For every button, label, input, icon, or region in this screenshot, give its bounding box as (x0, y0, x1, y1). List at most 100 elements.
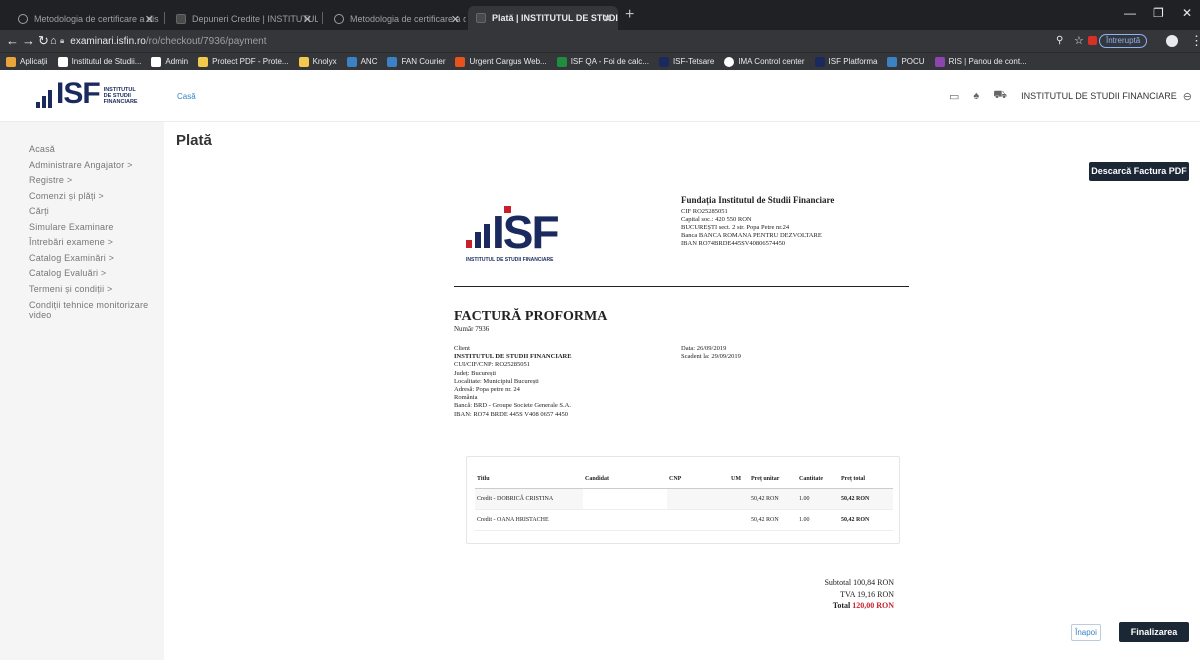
bookmark-item[interactable]: ISF-Tetsare (658, 56, 714, 67)
sync-paused-badge[interactable]: Întreruptă (1099, 34, 1148, 48)
cell-title: Credit - OANA HRISTACHE (475, 509, 583, 531)
client-details: Client INSTITUTUL DE STUDII FINANCIARE C… (454, 345, 572, 419)
logo-text: ISF (56, 77, 101, 110)
isf-favicon-icon (57, 56, 68, 67)
cell-um (729, 488, 749, 510)
cart-icon[interactable]: ⛟ (993, 89, 1007, 103)
window-close-icon[interactable]: ✕ (1182, 6, 1192, 20)
sheets-favicon-icon (556, 56, 567, 67)
new-tab-icon[interactable]: + (625, 7, 634, 23)
pdf-extension-icon[interactable] (1088, 36, 1097, 45)
logo-caption: INSTITUTUL DE STUDII FINANCIARE (466, 257, 554, 263)
sidebar-item-catalog-examinari[interactable]: Catalog Examinări > (29, 251, 164, 267)
back-button[interactable]: Înapoi (1071, 624, 1101, 641)
cell-candidate (583, 488, 667, 510)
client-line: CUI/CIF/CNP: RO25285051 (454, 361, 531, 369)
invoice-table-card: Titlu Candidat CNP UM Preț unitar Cantit… (466, 456, 900, 544)
sidebar-item-comenzi-si-plati[interactable]: Comenzi și plăți > (29, 189, 164, 205)
invoice-dates: Data: 26/09/2019 Scadent la: 29/09/2019 (681, 345, 741, 361)
star-icon[interactable]: ☆ (1074, 34, 1084, 48)
bookmark-item[interactable]: Urgent Cargus Web... (455, 56, 547, 67)
browser-tab-active[interactable]: Plată | INSTITUTUL DE STUDII FIN ✕ (468, 6, 618, 30)
sidebar-item-administrare-angajator[interactable]: Administrare Angajator > (29, 158, 164, 174)
forward-arrow-icon[interactable]: → (22, 34, 35, 48)
sidebar-item-registre[interactable]: Registre > (29, 173, 164, 189)
client-line: Bancă: BRD - Groupe Societe Generale S.A… (454, 402, 571, 410)
subtotal-value: 100,84 RON (853, 578, 894, 587)
client-label: Client (454, 345, 470, 352)
bookmark-item[interactable]: Knolyx (298, 56, 337, 67)
issuer-line: Banca BANCA ROMANA PENTRU DEZVOLTARE (681, 232, 822, 239)
cell-cnp (667, 509, 729, 531)
bookmark-item[interactable]: ISF Platforma (814, 56, 877, 67)
bookmark-item[interactable]: ANC (346, 56, 377, 67)
ima-favicon-icon (724, 56, 735, 67)
sidebar-item-simulare-examinare[interactable]: Simulare Examinare (29, 220, 164, 236)
column-header: CNP (667, 471, 729, 489)
browser-tab[interactable]: Metodologia de certificare a dis ✕ (326, 8, 466, 30)
column-header: UM (729, 471, 749, 489)
close-icon[interactable]: ✕ (603, 12, 612, 25)
sidebar-item-catalog-evaluari[interactable]: Catalog Evaluări > (29, 266, 164, 282)
bookmark-item[interactable]: RIS | Panou de cont... (934, 56, 1027, 67)
back-arrow-icon[interactable]: ← (6, 34, 19, 48)
close-icon[interactable]: ✕ (451, 13, 460, 26)
bell-icon[interactable]: ♠ (973, 90, 979, 102)
cell-unit-price: 50,42 RON (749, 509, 797, 531)
reload-icon[interactable]: ↻ (38, 34, 49, 48)
calendar-icon[interactable]: ▭ (949, 90, 959, 103)
browser-menu-icon[interactable]: ⋮ (1190, 34, 1200, 48)
minimize-icon[interactable]: — (1124, 6, 1136, 20)
table-row: Credit - DOBRICĂ CRISTINA 50,42 RON 1.00… (475, 488, 893, 510)
bookmark-item[interactable]: Admin (151, 56, 188, 67)
isf-favicon-icon (658, 56, 669, 67)
cell-quantity: 1.00 (797, 509, 839, 531)
org-name[interactable]: INSTITUTUL DE STUDII FINANCIARE (1021, 91, 1177, 101)
user-circle-icon[interactable]: ⊖ (1183, 90, 1192, 103)
url-host: examinari.isfin.ro (70, 35, 146, 47)
tab-title: Depuneri Credite | INSTITUTUL D (192, 14, 318, 24)
bookmark-item[interactable]: IMA Control center (724, 56, 805, 67)
globe-icon (18, 14, 28, 24)
home-icon[interactable]: ⌂ (50, 34, 57, 48)
logo-subtitle: INSTITUTUL DE STUDII FINANCIARE (103, 87, 138, 105)
browser-tabstrip: Metodologia de certificare a dis ✕ Depun… (0, 0, 1200, 30)
sidebar-item-carti[interactable]: Cărți (29, 204, 164, 220)
bookmark-item[interactable]: Institutul de Studii... (57, 56, 141, 67)
isf-favicon-icon (814, 56, 825, 67)
issuer-line: BUCUREȘTI sect. 2 str. Popa Petre nr.24 (681, 224, 790, 231)
sidebar-item-conditii-tehnice[interactable]: Condiții tehnice monitorizare video (29, 300, 154, 320)
sidebar-item-acasa[interactable]: Acasă (29, 142, 164, 158)
tab-title: Plată | INSTITUTUL DE STUDII FIN (492, 13, 618, 23)
invoice-title: FACTURĂ PROFORMA (454, 309, 608, 324)
bookmark-item[interactable]: FAN Courier (387, 56, 445, 67)
bookmark-item[interactable]: ISF QA - Foi de calc... (556, 56, 649, 67)
browser-tab[interactable]: Metodologia de certificare a dis ✕ (10, 8, 160, 30)
bookmark-item[interactable]: Protect PDF - Prote... (198, 56, 289, 67)
url-field[interactable]: 🔒︎ examinari.isfin.ro /ro/checkout/7936/… (60, 33, 267, 49)
sidebar-menu: Acasă Administrare Angajator > Registre … (0, 122, 164, 320)
invoice-table: Titlu Candidat CNP UM Preț unitar Cantit… (475, 471, 893, 531)
search-icon[interactable]: ⚲ (1056, 34, 1063, 48)
breadcrumb-home[interactable]: Casă (177, 92, 196, 101)
sidebar-item-intrebari-examene[interactable]: Întrebări examene > (29, 235, 164, 251)
download-invoice-pdf-button[interactable]: Descarcă Factura PDF (1089, 162, 1189, 181)
table-row: Credit - OANA HRISTACHE 50,42 RON 1.00 5… (475, 509, 893, 531)
close-icon[interactable]: ✕ (145, 13, 154, 26)
favicon-icon (476, 13, 486, 23)
main-content: Plată Descarcă Factura PDF ISF INSTITUTU… (164, 122, 1200, 660)
maximize-icon[interactable]: ❐ (1153, 6, 1164, 20)
isf-logo[interactable]: ISF INSTITUTUL DE STUDII FINANCIARE (36, 77, 138, 110)
fancourier-favicon-icon (387, 56, 398, 67)
browser-address-bar: ← → ↻ ⌂ 🔒︎ examinari.isfin.ro /ro/checko… (0, 30, 1200, 52)
cargus-favicon-icon (455, 56, 466, 67)
bookmark-item[interactable]: Aplicații (6, 56, 48, 67)
column-header: Preț total (839, 471, 893, 489)
close-icon[interactable]: ✕ (303, 13, 312, 26)
finalize-payment-button[interactable]: Finalizarea plății (1119, 622, 1189, 657)
logo-bars (466, 224, 493, 248)
profile-avatar[interactable] (1166, 35, 1178, 47)
browser-tab[interactable]: Depuneri Credite | INSTITUTUL D ✕ (168, 8, 318, 30)
sidebar-item-termeni-si-conditii[interactable]: Termeni și condiții > (29, 282, 164, 298)
bookmark-item[interactable]: POCU (887, 56, 925, 67)
